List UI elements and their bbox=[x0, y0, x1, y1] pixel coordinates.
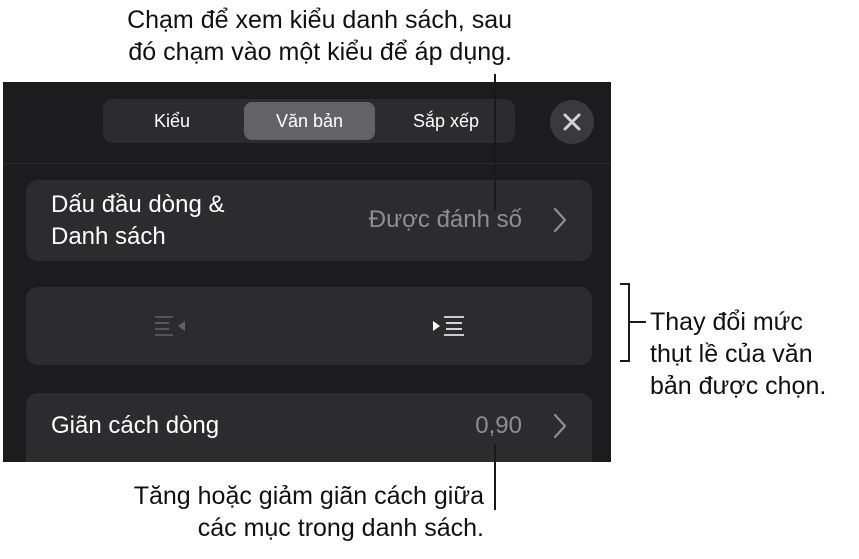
callout-spacing: Tăng hoặc giảm giãn cách giữa các mục tr… bbox=[0, 480, 484, 544]
callout-line: bản được chọn. bbox=[650, 372, 827, 400]
close-icon bbox=[563, 113, 581, 131]
bullets-lists-row[interactable]: Dấu đầu dòng & Danh sách Được đánh số bbox=[26, 180, 592, 261]
leader-line bbox=[494, 74, 496, 210]
line-spacing-label: Giãn cách dòng bbox=[51, 412, 220, 439]
bullets-lists-label: Dấu đầu dòng & Danh sách bbox=[51, 189, 224, 253]
list-style-value: Được đánh số bbox=[368, 206, 522, 233]
callout-indent: Thay đổi mức thụt lề của văn bản được ch… bbox=[650, 306, 855, 402]
close-button[interactable] bbox=[550, 100, 594, 144]
tab-arrange[interactable]: Sắp xếp bbox=[380, 102, 512, 140]
callout-line: thụt lề của văn bbox=[650, 340, 813, 368]
callout-line: các mục trong danh sách. bbox=[197, 514, 484, 542]
chevron-right-icon bbox=[553, 207, 567, 233]
divider bbox=[3, 163, 611, 164]
bracket-line bbox=[620, 283, 630, 285]
bullets-lists-label-line: Danh sách bbox=[51, 223, 166, 250]
callout-list-styles: Chạm để xem kiểu danh sách, sau đó chạm … bbox=[0, 4, 512, 68]
format-tabs: Kiểu Văn bản Sắp xếp bbox=[103, 99, 515, 143]
bracket-line bbox=[620, 360, 630, 362]
callout-line: đó chạm vào một kiểu để áp dụng. bbox=[128, 38, 512, 66]
tab-style[interactable]: Kiểu bbox=[106, 102, 238, 140]
callout-line: Thay đổi mức bbox=[650, 308, 803, 336]
decrease-indent-icon bbox=[155, 316, 185, 336]
tab-text[interactable]: Văn bản bbox=[244, 102, 375, 140]
increase-indent-icon bbox=[433, 316, 464, 336]
callout-line: Tăng hoặc giảm giãn cách giữa bbox=[133, 482, 484, 510]
format-panel: Kiểu Văn bản Sắp xếp Dấu đầu dòng & Danh… bbox=[3, 82, 611, 462]
line-spacing-row[interactable]: Giãn cách dòng 0,90 bbox=[26, 393, 592, 462]
decrease-indent-button[interactable] bbox=[153, 314, 189, 338]
bracket-line bbox=[630, 321, 646, 323]
bullets-lists-label-line: Dấu đầu dòng & bbox=[51, 191, 225, 218]
leader-line bbox=[494, 444, 496, 510]
increase-indent-button[interactable] bbox=[430, 314, 466, 338]
indent-row bbox=[26, 287, 592, 365]
callout-line: Chạm để xem kiểu danh sách, sau bbox=[127, 6, 512, 34]
line-spacing-value: 0,90 bbox=[475, 412, 522, 439]
chevron-right-icon bbox=[553, 413, 567, 439]
